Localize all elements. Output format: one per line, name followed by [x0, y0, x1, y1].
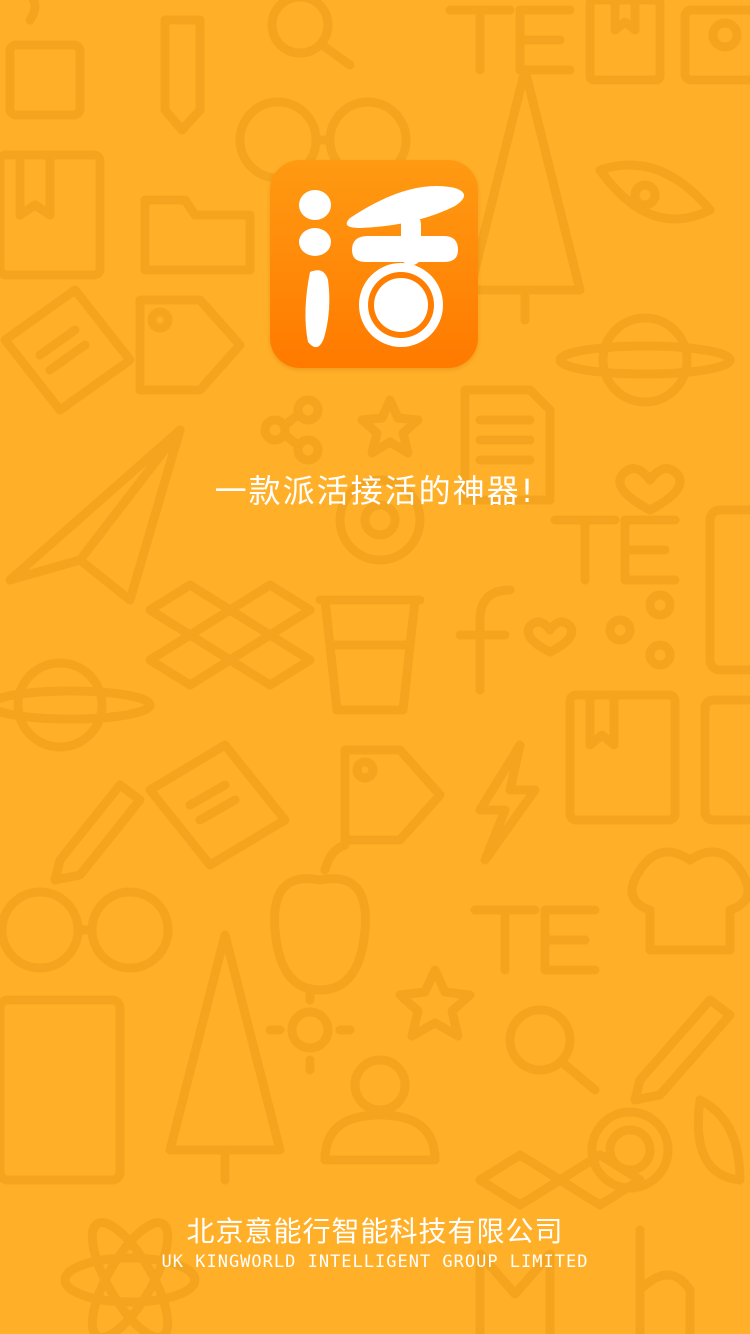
- te-logo-icon-3: [470, 905, 600, 975]
- book-icon: [585, 0, 665, 85]
- tag-icon: [135, 295, 245, 395]
- coffee-cup-icon: [315, 595, 425, 715]
- planet-icon-2: [0, 658, 155, 752]
- share-icon: [260, 395, 323, 465]
- magnifier-icon-2: [505, 1005, 600, 1095]
- chef-hat-icon: [627, 847, 750, 955]
- tree-icon-2: [165, 930, 285, 1185]
- paper-plane-icon: [5, 425, 185, 605]
- app-logo: [270, 160, 478, 368]
- cup-icon: [5, 0, 85, 120]
- frame-icon: [0, 995, 125, 1185]
- lightning-icon: [475, 740, 540, 865]
- phone-icon: [705, 505, 750, 675]
- tagline: 一款派活接活的神器!: [214, 472, 536, 510]
- te-logo-icon: [445, 5, 575, 75]
- pencil-icon-3: [630, 995, 735, 1105]
- magnifier-icon: [267, 0, 355, 70]
- company-name-cn: 北京意能行智能科技有限公司: [186, 1215, 564, 1248]
- info-icon: [700, 695, 750, 825]
- person-icon: [320, 1055, 440, 1165]
- tag-icon-2: [340, 745, 445, 845]
- sun-icon: [265, 985, 355, 1075]
- book-icon-2: [565, 690, 680, 825]
- facebook-icon: [455, 585, 515, 695]
- share-icon-2: [605, 590, 675, 670]
- apple-icon: [270, 840, 370, 995]
- star-icon: [357, 395, 423, 458]
- package-icon: [0, 150, 105, 280]
- leaf-icon: [693, 1095, 745, 1185]
- dropbox-icon: [145, 580, 315, 690]
- heart-icon-2: [523, 617, 577, 657]
- company-name-en: UK KINGWORLD INTELLIGENT GROUP LIMITED: [161, 1252, 589, 1272]
- rocket-icon: [595, 160, 715, 224]
- document-icon: [0, 285, 135, 415]
- pencil-icon: [160, 15, 205, 135]
- dropbox-icon-2: [475, 1150, 645, 1210]
- glasses-icon-2: [0, 887, 173, 973]
- user-card-icon: [680, 5, 750, 85]
- folder-icon: [140, 195, 255, 275]
- document-icon-2: [145, 740, 290, 870]
- star-icon-2: [395, 965, 475, 1041]
- planet-icon: [555, 313, 735, 407]
- te-logo-icon-2: [550, 515, 680, 585]
- pencil-icon-2: [50, 780, 145, 885]
- tree-icon: [465, 65, 585, 325]
- huo-app-icon: [299, 186, 464, 348]
